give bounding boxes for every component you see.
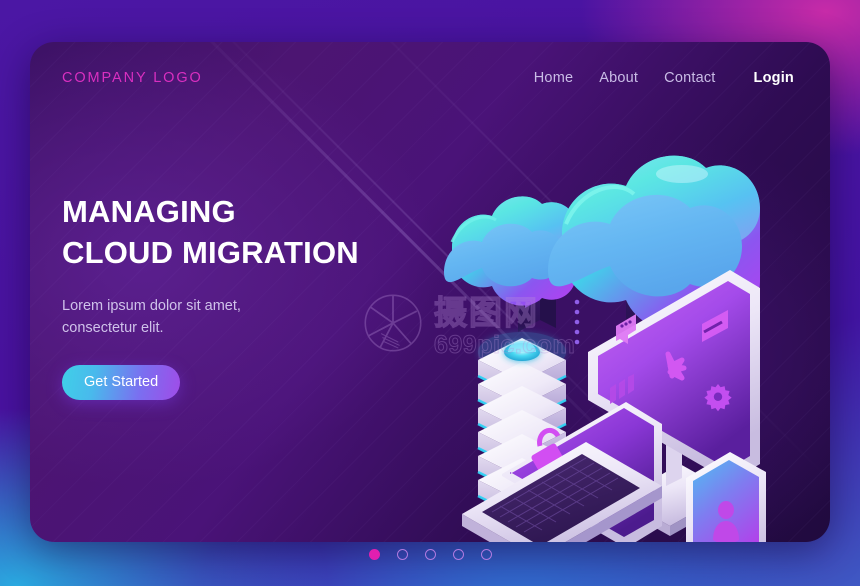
carousel-pagination <box>0 549 860 560</box>
nav-link-about[interactable]: About <box>599 70 638 86</box>
hero-title-line-1: MANAGING <box>62 194 236 229</box>
company-logo[interactable]: COMPANY LOGO <box>62 70 203 86</box>
site-header: COMPANY LOGO Home About Contact Login <box>30 42 830 114</box>
hero-subtitle: Lorem ipsum dolor sit amet, consectetur … <box>62 296 402 340</box>
carousel-dot-2[interactable] <box>396 549 408 560</box>
isometric-cloud-migration-illustration <box>430 112 830 542</box>
nav-link-contact[interactable]: Contact <box>664 70 715 86</box>
carousel-dot-4[interactable] <box>452 549 464 560</box>
hero-subtitle-line-1: Lorem ipsum dolor sit amet, <box>62 297 241 314</box>
main-navigation: Home About Contact Login <box>534 70 794 86</box>
hero-subtitle-line-2: consectetur elit. <box>62 319 164 336</box>
nav-link-home[interactable]: Home <box>534 70 573 86</box>
hero-copy-block: MANAGING CLOUD MIGRATION Lorem ipsum dol… <box>62 192 402 401</box>
nav-link-login[interactable]: Login <box>754 70 794 86</box>
page-title: MANAGING CLOUD MIGRATION <box>62 192 402 274</box>
carousel-dot-5[interactable] <box>480 549 492 560</box>
carousel-dot-1[interactable] <box>368 549 380 560</box>
get-started-button[interactable]: Get Started <box>62 365 181 401</box>
hero-banner-card: COMPANY LOGO Home About Contact Login MA… <box>30 42 830 542</box>
hero-title-line-2: CLOUD MIGRATION <box>62 234 359 270</box>
carousel-dot-3[interactable] <box>424 549 436 560</box>
